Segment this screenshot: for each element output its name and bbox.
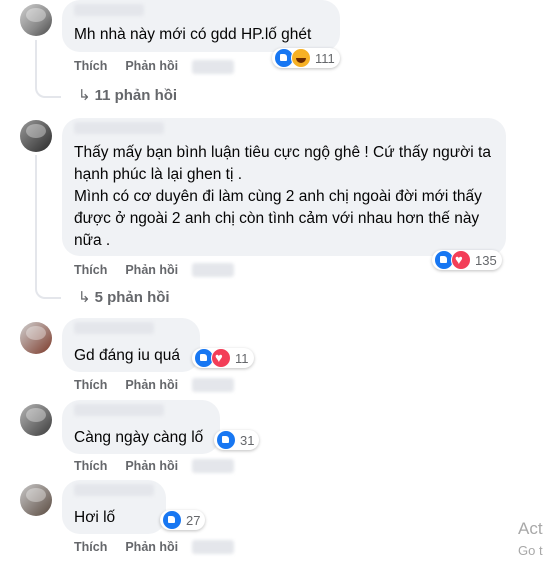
commenter-name-blurred[interactable]	[74, 404, 164, 416]
comment-actions: Thích Phản hồi	[74, 59, 196, 73]
haha-reaction-icon	[291, 48, 311, 68]
reaction-summary[interactable]: 31	[214, 430, 260, 450]
like-button[interactable]: Thích	[74, 459, 107, 473]
comment-text: Gd đáng iu quá	[74, 347, 181, 364]
comment-bubble: Mh nhà này mới có gdd HP.lố ghét	[62, 0, 340, 52]
comment-actions: Thích Phản hồi	[74, 540, 196, 554]
reaction-count: 111	[315, 50, 335, 66]
commenter-name-blurred[interactable]	[74, 484, 154, 496]
comment-actions: Thích Phản hồi	[74, 459, 196, 473]
reaction-summary[interactable]: 135	[432, 250, 502, 270]
reaction-count: 135	[475, 252, 497, 268]
avatar[interactable]	[20, 404, 52, 436]
comment-bubble: Càng ngày càng lố	[62, 400, 220, 454]
avatar[interactable]	[20, 484, 52, 516]
reaction-count: 31	[240, 432, 255, 448]
comment-actions: Thích Phản hồi	[74, 378, 196, 392]
reaction-summary[interactable]: 111	[272, 48, 340, 68]
replies-count: 11 phản hồi	[94, 87, 178, 104]
like-reaction-icon	[162, 510, 182, 530]
love-reaction-icon	[211, 348, 231, 368]
reply-button[interactable]: Phản hồi	[125, 459, 178, 473]
timestamp-blurred	[192, 540, 234, 554]
comment-text: Hơi lố	[74, 509, 116, 526]
like-button[interactable]: Thích	[74, 540, 107, 554]
reply-button[interactable]: Phản hồi	[125, 378, 178, 392]
like-button[interactable]: Thích	[74, 59, 107, 73]
love-reaction-icon	[451, 250, 471, 270]
reaction-count: 27	[186, 512, 201, 528]
reply-button[interactable]: Phản hồi	[125, 263, 178, 277]
commenter-name-blurred[interactable]	[74, 122, 164, 134]
like-reaction-icon	[216, 430, 236, 450]
comment-text: Thấy mấy bạn bình luận tiêu cực ngộ ghê …	[74, 144, 491, 249]
commenter-name-blurred[interactable]	[74, 4, 144, 16]
timestamp-blurred	[192, 263, 234, 277]
comment-bubble: Hơi lố	[62, 480, 166, 534]
like-button[interactable]: Thích	[74, 378, 107, 392]
commenter-name-blurred[interactable]	[74, 322, 154, 334]
reply-button[interactable]: Phản hồi	[125, 540, 178, 554]
comment-bubble: Gd đáng iu quá	[62, 318, 200, 372]
activation-watermark: Act	[518, 519, 543, 538]
timestamp-blurred	[192, 459, 234, 473]
like-button[interactable]: Thích	[74, 263, 107, 277]
thread-line	[35, 40, 61, 98]
comment-text: Mh nhà này mới có gdd HP.lố ghét	[74, 26, 312, 43]
activation-watermark-subtext: Go t	[518, 543, 543, 558]
timestamp-blurred	[192, 378, 234, 392]
reply-arrow-icon: ↳	[78, 87, 91, 104]
reaction-summary[interactable]: 11	[192, 348, 254, 368]
thread-line	[35, 155, 61, 299]
reply-button[interactable]: Phản hồi	[125, 59, 178, 73]
comment-actions: Thích Phản hồi	[74, 263, 196, 277]
view-replies-link[interactable]: ↳ 11 phản hồi	[78, 86, 177, 104]
reply-arrow-icon: ↳	[78, 289, 91, 306]
timestamp-blurred	[192, 60, 234, 74]
replies-count: 5 phản hồi	[94, 289, 170, 306]
comment-text: Càng ngày càng lố	[74, 429, 204, 446]
reaction-summary[interactable]: 27	[160, 510, 206, 530]
reaction-count: 11	[235, 350, 249, 366]
avatar[interactable]	[20, 322, 52, 354]
avatar[interactable]	[20, 120, 52, 152]
comment-bubble: Thấy mấy bạn bình luận tiêu cực ngộ ghê …	[62, 118, 506, 256]
avatar[interactable]	[20, 4, 52, 36]
view-replies-link[interactable]: ↳ 5 phản hồi	[78, 288, 170, 306]
